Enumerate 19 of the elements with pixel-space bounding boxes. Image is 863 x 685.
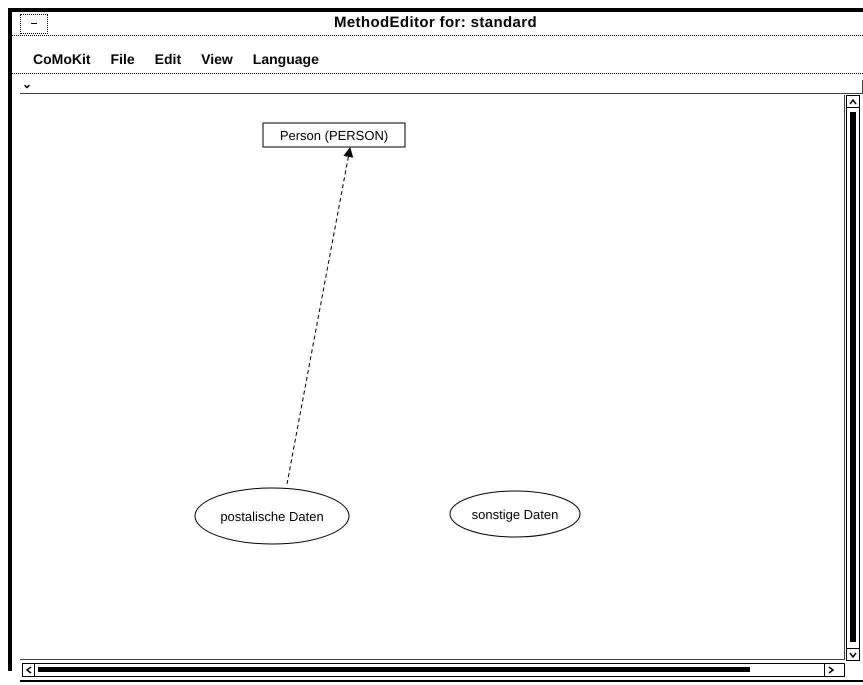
menu-item[interactable]: File <box>110 48 135 70</box>
scroll-left-icon[interactable] <box>23 664 35 676</box>
scroll-right-icon[interactable] <box>824 664 836 676</box>
scroll-down-icon[interactable] <box>847 648 859 660</box>
menu-item[interactable]: CoMoKit <box>33 48 91 70</box>
scroll-up-icon[interactable] <box>847 96 859 108</box>
vertical-scrollbar[interactable] <box>846 95 860 661</box>
scroll-thumb[interactable] <box>850 112 856 642</box>
collapse-icon[interactable]: ⌄ <box>22 78 32 90</box>
scroll-thumb[interactable] <box>38 667 750 672</box>
ellipse-node: postalische Daten <box>194 488 350 544</box>
menu-item[interactable]: View <box>201 48 233 70</box>
horizontal-scrollbar[interactable] <box>22 663 845 677</box>
menu-item[interactable]: Edit <box>154 48 182 70</box>
window-menu-button[interactable] <box>20 14 48 34</box>
window-title: MethodEditor for: standard <box>332 13 538 34</box>
menu-item[interactable]: Language <box>252 48 319 70</box>
ellipse-node: sonstige Daten <box>450 490 580 538</box>
class-node: Person (PERSON) <box>262 122 406 148</box>
